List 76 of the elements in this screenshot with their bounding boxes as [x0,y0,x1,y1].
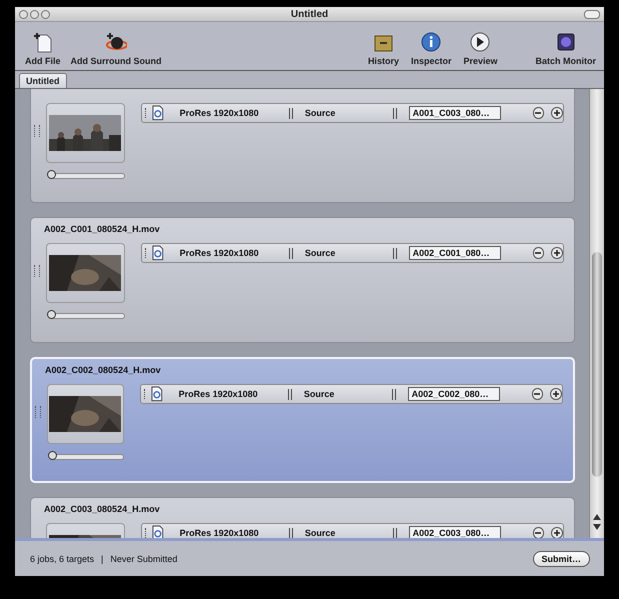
document-icon [150,525,165,538]
minus-icon [534,529,542,537]
document-add-icon [32,31,54,53]
add-button[interactable] [551,527,563,538]
job-count: 6 jobs, 6 targets [30,554,94,564]
add-button[interactable] [551,247,563,259]
submit-state: Never Submitted [110,554,178,564]
remove-button[interactable] [532,388,544,400]
toolbar-button[interactable]: Inspector [408,31,454,66]
document-icon [150,386,164,402]
scrub-slider[interactable] [48,454,124,460]
minus-icon [534,249,542,257]
monitor-icon [554,31,577,53]
job-card[interactable]: ProRes 1920x1080 Source A001_C003_080… [30,89,575,203]
toolbar-hide-button[interactable] [584,10,600,19]
minus-icon [534,109,542,117]
plus-icon [553,529,562,537]
slider-thumb[interactable] [46,310,56,319]
output-field[interactable]: A002_C002_080… [408,387,500,401]
document-icon [150,105,165,121]
target-row[interactable]: ProRes 1920x1080 Source A002_C003_080… [141,523,564,538]
drag-handle[interactable] [34,125,40,137]
setting-label: ProRes 1920x1080 [180,248,260,258]
tab[interactable]: Untitled [19,73,66,88]
destination-label: Source [304,248,336,258]
destination-label: Source [304,108,336,118]
plus-icon [552,390,560,398]
toolbar-button[interactable]: Batch Monitor [534,31,598,66]
job-card[interactable]: A002_C001_080524_H.mov ProRes 1920x1080 Source A002_C001_080… [30,217,575,343]
drag-handle[interactable] [34,265,40,277]
submit-button[interactable]: Submit… [532,550,590,566]
job-name: A002_C003_080524_H.mov [44,504,160,514]
minimize-control[interactable] [30,10,39,18]
remove-button[interactable] [532,107,544,119]
remove-button[interactable] [532,527,544,538]
target-row[interactable]: ProRes 1920x1080 Source A001_C003_080… [141,103,564,123]
destination-label: Source [304,528,336,538]
scroll-thumb[interactable] [592,252,602,477]
document-icon [150,245,165,261]
play-icon [469,31,492,53]
scroll-arrows-icon [592,512,602,532]
toolbar-button[interactable]: Add File [23,31,62,66]
close-control[interactable] [19,10,28,18]
drag-handle[interactable] [35,406,41,418]
job-card[interactable]: A002_C002_080524_H.mov ProRes 1920x1080 Source A002_C002_080… [30,357,575,483]
job-card[interactable]: A002_C003_080524_H.mov ProRes 1920x1080 Source A002_C003_080… [30,497,575,538]
toolbar-button[interactable]: Add Surround Sound [68,31,164,66]
job-name: A002_C001_080524_H.mov [44,224,160,234]
slider-thumb[interactable] [46,170,56,179]
output-field[interactable]: A001_C003_080… [408,106,500,120]
output-field[interactable]: A002_C003_080… [408,526,500,538]
scrub-slider[interactable] [48,313,125,319]
target-row[interactable]: ProRes 1920x1080 Source A002_C002_080… [140,384,563,404]
toolbar-button[interactable]: History [366,31,401,66]
setting-label: ProRes 1920x1080 [180,108,260,118]
window-title: Untitled [290,8,328,20]
job-name: A002_C002_080524_H.mov [45,365,161,375]
destination-label: Source [304,389,336,399]
speaker-add-icon [104,31,127,53]
scrub-slider[interactable] [48,173,125,179]
minus-icon [533,390,542,398]
info-icon [420,31,442,53]
target-row[interactable]: ProRes 1920x1080 Source A002_C001_080… [141,243,564,263]
slider-thumb[interactable] [48,451,57,460]
setting-label: ProRes 1920x1080 [180,528,260,538]
scrollbar[interactable] [589,89,604,538]
output-field[interactable]: A002_C001_080… [408,246,500,260]
separator-text: | [101,554,104,564]
add-button[interactable] [551,107,563,119]
setting-label: ProRes 1920x1080 [178,389,259,399]
plus-icon [553,249,562,257]
plus-icon [553,109,562,117]
toolbar-button[interactable]: Preview [461,31,500,66]
remove-button[interactable] [532,247,544,259]
add-button[interactable] [550,388,562,400]
zoom-control[interactable] [41,10,50,18]
